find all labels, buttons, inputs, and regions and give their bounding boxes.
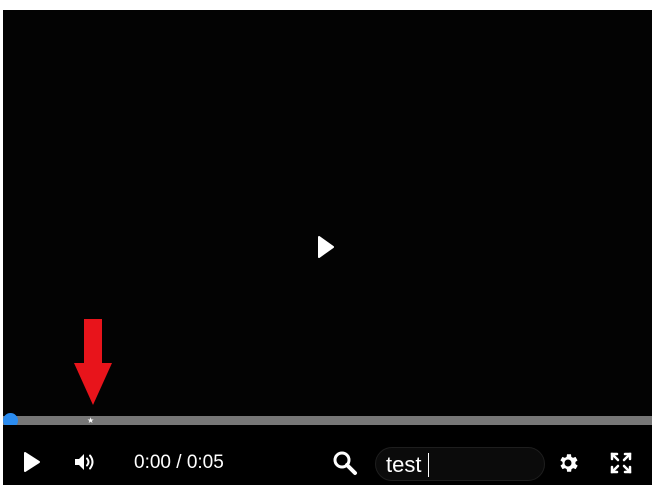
center-play-button[interactable] (313, 234, 339, 260)
search-button[interactable] (331, 449, 359, 477)
video-viewport[interactable] (3, 10, 652, 418)
chapter-marker-icon[interactable]: ★ (87, 417, 95, 425)
text-caret (428, 453, 429, 477)
red-arrow-annotation (74, 319, 112, 405)
volume-icon (75, 454, 94, 470)
volume-button[interactable] (71, 449, 101, 475)
time-display: 0:00 / 0:05 (134, 452, 224, 473)
progress-bar[interactable]: ★ (3, 413, 652, 428)
control-bar: 0:00 / 0:05 (3, 425, 652, 485)
search-field[interactable] (375, 447, 545, 481)
settings-button[interactable] (555, 450, 581, 476)
play-icon (24, 452, 40, 472)
gear-icon (560, 454, 578, 472)
fullscreen-icon (610, 452, 632, 474)
play-icon (318, 236, 334, 258)
fullscreen-button[interactable] (608, 450, 634, 476)
search-icon (333, 451, 357, 475)
play-button[interactable] (19, 449, 45, 475)
search-input[interactable] (386, 452, 536, 478)
video-player: ★ 0:00 / 0:05 (3, 10, 652, 485)
